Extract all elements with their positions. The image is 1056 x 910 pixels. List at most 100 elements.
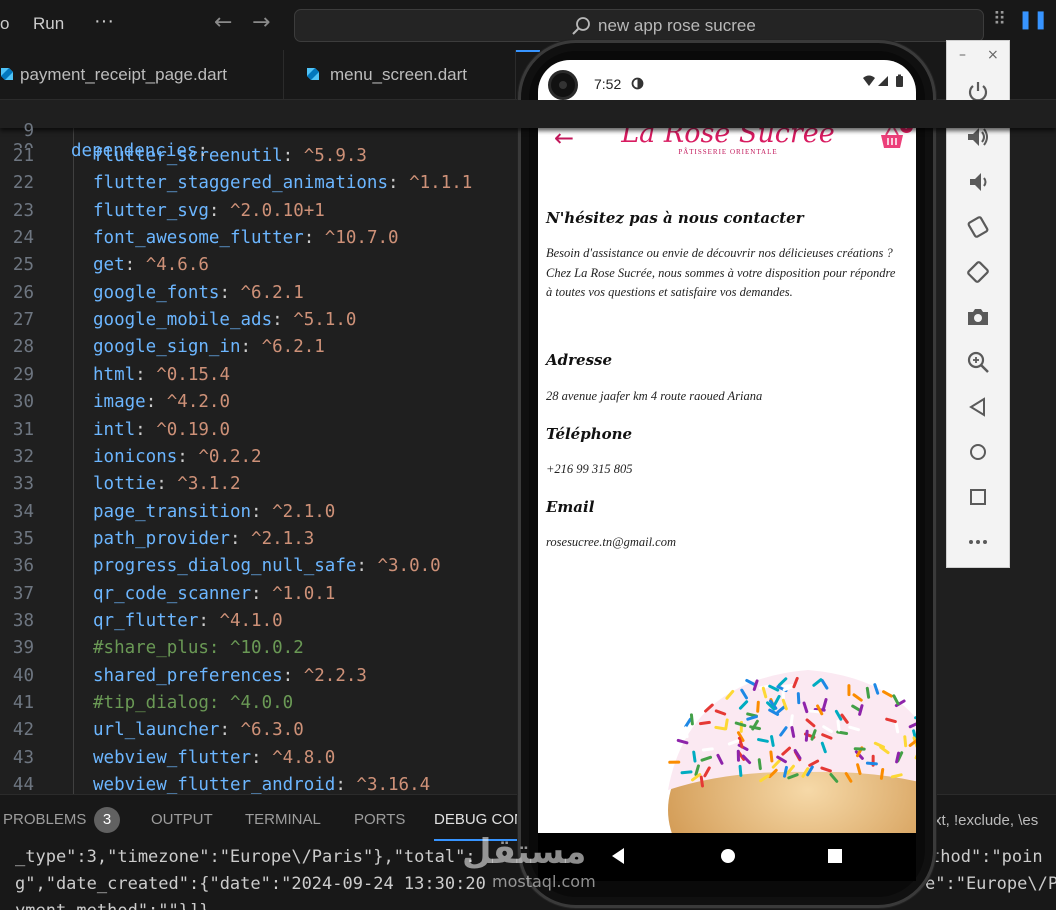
back-arrow-icon[interactable]: ← bbox=[214, 10, 232, 35]
more-options-icon[interactable] bbox=[965, 529, 991, 555]
tab-label: menu_screen.dart bbox=[330, 65, 468, 84]
phone-screen[interactable]: 7:52 ← La Rose Sucrée PÂTISSERIE ORIENTA… bbox=[538, 60, 916, 833]
line-number: 32 bbox=[12, 446, 34, 467]
line-number: 43 bbox=[12, 747, 34, 768]
dependency-name: progress_dialog_null_safe bbox=[93, 556, 357, 577]
dependency-name: #tip_dialog bbox=[93, 693, 209, 713]
dependency-name: flutter_svg bbox=[93, 200, 209, 221]
tab-output[interactable]: OUTPUT bbox=[151, 811, 213, 828]
dependency-version: ^5.1.0 bbox=[293, 310, 357, 331]
overview-icon[interactable] bbox=[965, 484, 991, 510]
debug-output-line: e":"Europe\/P bbox=[925, 874, 1056, 894]
line-number: 37 bbox=[12, 583, 34, 604]
address-text: 28 avenue jaafer km 4 route raoued Arian… bbox=[546, 389, 763, 403]
tab-terminal[interactable]: TERMINAL bbox=[245, 811, 321, 828]
dependency-name: ionicons bbox=[93, 446, 178, 467]
email-text[interactable]: rosesucree.tn@gmail.com bbox=[546, 535, 676, 550]
tab-problems[interactable]: PROBLEMS bbox=[3, 811, 86, 828]
dependency-version: ^4.8.0 bbox=[272, 747, 336, 768]
menu-more-icon[interactable]: ··· bbox=[94, 10, 114, 33]
nav-recents-icon[interactable] bbox=[828, 849, 842, 863]
line-number: 34 bbox=[12, 501, 34, 522]
dependency-version: ^2.0.10+1 bbox=[229, 200, 325, 221]
debug-output-line: yment_method":""}]} bbox=[15, 901, 209, 910]
debug-output-line: thod":"poin bbox=[930, 847, 1043, 867]
dependency-name: shared_preferences bbox=[93, 665, 283, 686]
email-heading: Email bbox=[546, 498, 595, 516]
tab-payment-receipt[interactable]: payment_receipt_page.dart bbox=[0, 50, 284, 100]
watermark-logo: مستقل bbox=[462, 832, 587, 872]
home-icon[interactable] bbox=[965, 439, 991, 465]
dependency-version: ^3.1.2 bbox=[177, 474, 241, 495]
debug-filter-input[interactable]: xt, !exclude, \es bbox=[934, 812, 1038, 829]
dependency-name: flutter_staggered_animations bbox=[93, 173, 389, 194]
line-number: 9 bbox=[23, 121, 34, 141]
forward-arrow-icon[interactable]: → bbox=[252, 10, 270, 35]
dependency-name: webview_flutter_android bbox=[93, 775, 336, 794]
problems-count-badge: 3 bbox=[94, 807, 120, 833]
dependency-name: url_launcher bbox=[93, 720, 220, 741]
nav-home-icon[interactable] bbox=[720, 848, 736, 864]
dependency-version: ^6.2.1 bbox=[240, 282, 304, 303]
line-number: 35 bbox=[12, 528, 34, 549]
sync-status-icon bbox=[631, 77, 644, 90]
watermark-url: mostaql.com bbox=[492, 872, 596, 891]
search-text: new app rose sucree bbox=[598, 16, 756, 35]
dependency-version: ^1.1.1 bbox=[409, 173, 473, 194]
line-number: 39 bbox=[12, 638, 34, 659]
nav-back-icon[interactable] bbox=[610, 847, 626, 865]
wifi-icon bbox=[863, 75, 875, 86]
dependency-version: ^4.6.6 bbox=[145, 255, 209, 276]
camera-cutout bbox=[548, 70, 578, 100]
tab-ports[interactable]: PORTS bbox=[354, 811, 405, 828]
phone-heading: Téléphone bbox=[546, 425, 633, 443]
dependency-name: page_transition bbox=[93, 501, 252, 522]
command-center-search[interactable]: new app rose sucree bbox=[294, 9, 984, 42]
line-number: 27 bbox=[12, 310, 34, 331]
dependency-name: qr_flutter bbox=[93, 610, 199, 631]
rotate-left-icon[interactable] bbox=[965, 214, 991, 240]
back-icon[interactable] bbox=[965, 394, 991, 420]
camera-screenshot-icon[interactable] bbox=[965, 304, 991, 330]
dependency-version: ^2.2.3 bbox=[303, 665, 367, 686]
line-number: 36 bbox=[12, 556, 34, 577]
minimize-icon[interactable]: – bbox=[959, 47, 966, 63]
line-number: 29 bbox=[12, 364, 34, 385]
battery-icon bbox=[896, 76, 903, 87]
volume-down-icon[interactable] bbox=[965, 169, 991, 195]
back-arrow-icon[interactable]: ← bbox=[554, 124, 574, 152]
pause-icon[interactable]: ❚❚ bbox=[1018, 9, 1048, 30]
tab-menu-screen[interactable]: menu_screen.dart bbox=[284, 50, 516, 100]
close-icon[interactable]: × bbox=[987, 47, 999, 63]
zoom-icon[interactable] bbox=[965, 349, 991, 375]
search-icon bbox=[572, 17, 590, 35]
line-number: 23 bbox=[12, 200, 34, 221]
donut-illustration bbox=[668, 670, 916, 833]
dart-file-icon bbox=[1, 68, 13, 80]
dependency-name: html bbox=[93, 364, 136, 385]
dependency-name: lottie bbox=[93, 474, 157, 495]
dependency-version: ^1.0.1 bbox=[272, 583, 336, 604]
menu-item-run[interactable]: Run bbox=[33, 14, 64, 34]
line-number: 28 bbox=[12, 337, 34, 358]
active-tab-indicator bbox=[516, 50, 540, 52]
dependency-version: ^10.0.2 bbox=[229, 638, 304, 659]
signal-icon bbox=[878, 76, 888, 86]
dependency-name: intl bbox=[93, 419, 136, 440]
tab-label: payment_receipt_page.dart bbox=[20, 65, 227, 84]
dependency-version: ^5.9.3 bbox=[303, 146, 367, 166]
rotate-right-icon[interactable] bbox=[965, 259, 991, 285]
line-number: 41 bbox=[12, 693, 34, 713]
dependency-name: google_mobile_ads bbox=[93, 310, 273, 331]
menu-item-partial[interactable]: o bbox=[0, 14, 9, 34]
dependency-name: webview_flutter bbox=[93, 747, 252, 768]
contact-heading: N'hésitez pas à nous contacter bbox=[546, 209, 804, 227]
phone-number-text[interactable]: +216 99 315 805 bbox=[546, 462, 633, 477]
status-icons bbox=[863, 74, 903, 87]
line-number: 33 bbox=[12, 474, 34, 495]
line-number: 40 bbox=[12, 665, 34, 686]
drag-handle-icon[interactable]: ⠿ bbox=[993, 9, 1006, 30]
dependency-version: ^0.15.4 bbox=[156, 364, 230, 385]
sticky-scroll-header[interactable]: 9 dependencies: bbox=[0, 100, 1056, 161]
dependencies-key: dependencies bbox=[71, 141, 198, 161]
